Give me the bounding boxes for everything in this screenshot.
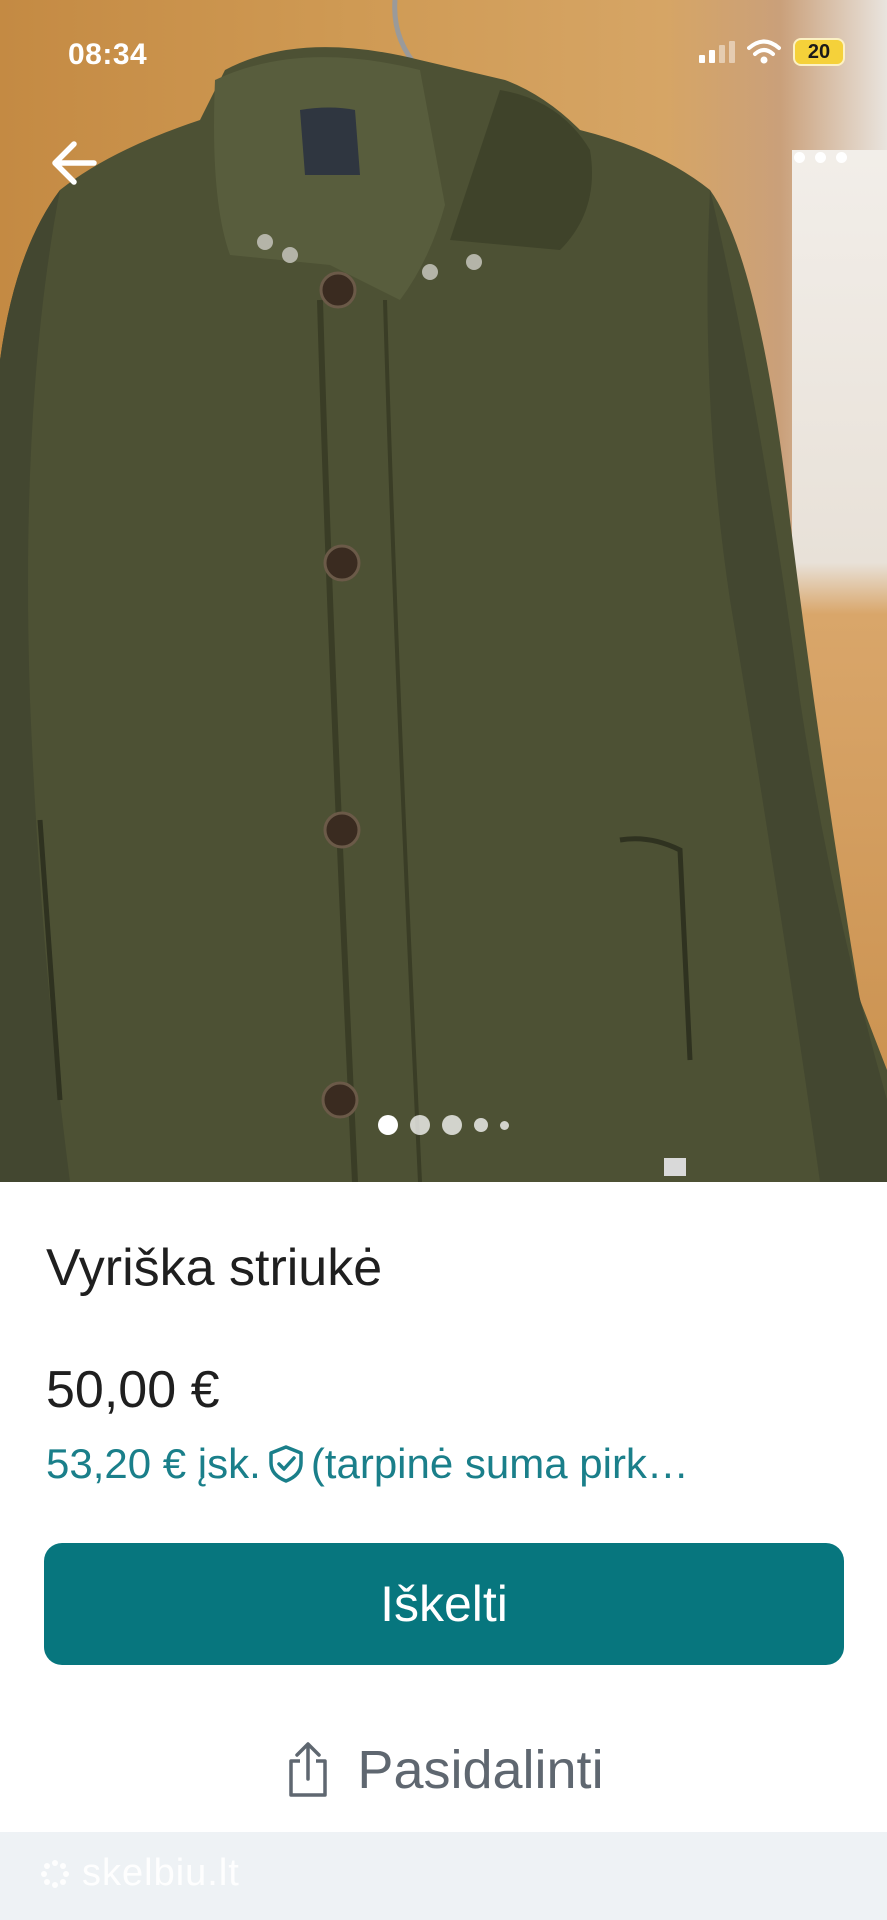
footer-banner: skelbiu.lt: [0, 1832, 887, 1920]
share-label: Pasidalinti: [357, 1740, 604, 1800]
wifi-icon: [747, 39, 781, 64]
pagination-dot-active[interactable]: [378, 1115, 398, 1135]
battery-indicator: 20: [793, 38, 845, 66]
pagination-dot[interactable]: [442, 1115, 462, 1135]
status-icons: 20: [699, 38, 845, 66]
shield-check-icon: [269, 1445, 303, 1483]
pagination-dot[interactable]: [474, 1118, 488, 1132]
listing-photo[interactable]: 08:34 20: [0, 0, 887, 1182]
more-options-button[interactable]: [794, 152, 847, 163]
cellular-signal-icon: [699, 41, 735, 63]
total-price: 53,20 € įsk.: [46, 1440, 261, 1487]
promote-button[interactable]: Iškelti: [44, 1543, 844, 1665]
pagination-dot[interactable]: [500, 1120, 509, 1130]
brand-name: skelbiu.lt: [82, 1852, 240, 1894]
share-icon: [289, 1742, 328, 1797]
listing-title: Vyriška striukė: [46, 1239, 383, 1297]
brand-logo: skelbiu.lt: [38, 1852, 240, 1895]
buyer-protection-note: (tarpinė suma pirk…: [310, 1440, 689, 1487]
more-dots-icon: [794, 152, 805, 163]
status-time: 08:34: [68, 38, 148, 71]
jacket-image: [0, 0, 887, 1182]
brand-mark-icon: [41, 1859, 69, 1888]
total-price-row[interactable]: 53,20 € įsk. (tarpinė suma pirk…: [46, 1440, 846, 1488]
gallery-pagination: [0, 1115, 887, 1135]
share-button[interactable]: Pasidalinti: [0, 1730, 887, 1810]
pagination-dot[interactable]: [410, 1115, 430, 1135]
listing-price: 50,00 €: [46, 1361, 220, 1419]
arrow-left-icon: [52, 141, 97, 185]
back-button[interactable]: [48, 138, 104, 188]
